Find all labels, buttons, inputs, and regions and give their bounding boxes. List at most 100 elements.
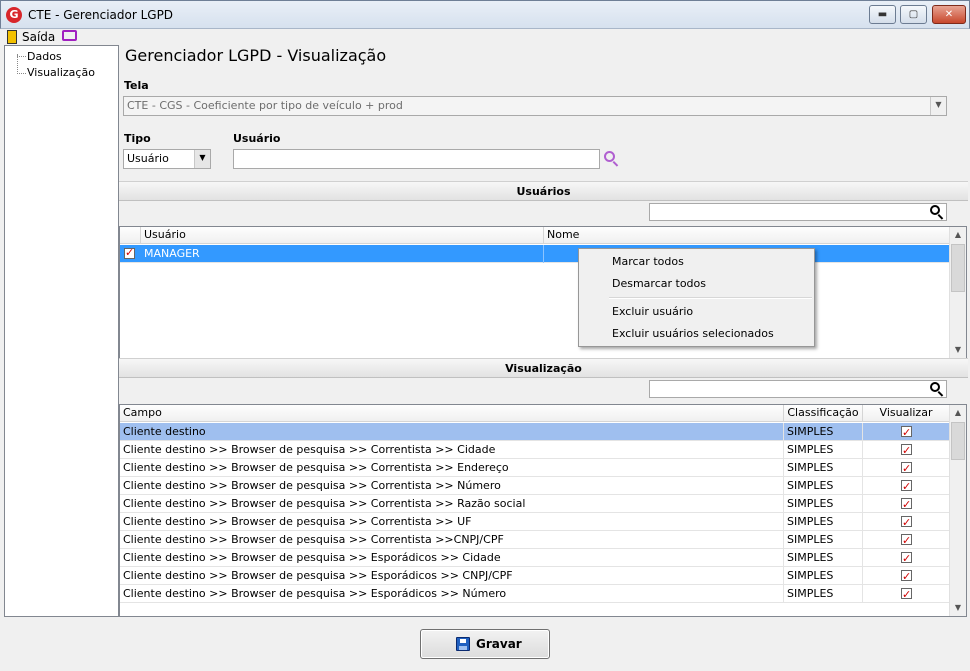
menu-bar: Saída [0,29,970,45]
tipo-select-value: Usuário [127,152,169,165]
save-button-label: Gravar [476,637,522,651]
usuarios-grid-header: Usuário Nome [120,227,950,244]
campo-cell: Cliente destino >> Browser de pesquisa >… [120,513,784,531]
usuario-label: Usuário [233,132,281,145]
table-row[interactable]: Cliente destino >> Browser de pesquisa >… [120,495,950,513]
table-row[interactable]: Cliente destino >> Browser de pesquisa >… [120,585,950,603]
visualizacao-grid: Campo Classificação Visualizar Cliente d… [119,404,967,617]
chevron-down-icon[interactable]: ▼ [194,150,210,168]
visualizar-checkbox[interactable] [901,532,912,549]
visualizar-cell [863,531,950,549]
maximize-button[interactable]: ▢ [900,5,927,24]
tela-select-value: CTE - CGS - Coeficiente por tipo de veíc… [127,99,403,112]
campo-cell: Cliente destino [120,423,784,441]
visualizar-cell [863,423,950,441]
tela-label: Tela [124,79,149,92]
visualizar-checkbox[interactable] [901,496,912,513]
column-header-visualizar[interactable]: Visualizar [863,405,950,422]
search-icon[interactable] [930,382,946,398]
minimize-button[interactable]: ▬ [869,5,896,24]
checkbox-column-header [120,227,141,244]
visualizar-checkbox[interactable] [901,586,912,603]
classificacao-cell: SIMPLES [784,423,863,441]
scroll-up-icon[interactable]: ▲ [950,405,966,421]
search-icon[interactable] [604,151,621,168]
visualizacao-scrollbar[interactable]: ▲ ▼ [949,405,966,616]
close-button[interactable]: ✕ [932,5,966,24]
floppy-disk-icon [456,637,470,651]
save-button[interactable]: Gravar [420,629,550,659]
classificacao-cell: SIMPLES [784,585,863,603]
table-row[interactable]: Cliente destino >> Browser de pesquisa >… [120,459,950,477]
classificacao-cell: SIMPLES [784,495,863,513]
visualizar-checkbox[interactable] [901,514,912,531]
visualizar-checkbox[interactable] [901,478,912,495]
usuarios-filter-input[interactable] [649,203,947,221]
usuario-input[interactable] [233,149,600,169]
usuarios-grid: Usuário Nome MANAGER ▲ ▼ [119,226,967,359]
visualizar-cell [863,477,950,495]
table-row[interactable]: Cliente destino >> Browser de pesquisa >… [120,531,950,549]
scroll-thumb[interactable] [951,244,965,292]
tela-select[interactable]: CTE - CGS - Coeficiente por tipo de veíc… [123,96,947,116]
column-header-usuario[interactable]: Usuário [141,227,544,244]
tree-connector [17,54,18,74]
table-row[interactable]: Cliente destino >> Browser de pesquisa >… [120,477,950,495]
app-logo-icon: G [6,7,22,23]
context-item-excluir-usuario[interactable]: Excluir usuário [581,301,812,323]
context-item-desmarcar-todos[interactable]: Desmarcar todos [581,273,812,295]
classificacao-cell: SIMPLES [784,441,863,459]
tree-connector [17,73,26,74]
classificacao-cell: SIMPLES [784,531,863,549]
visualizar-checkbox[interactable] [901,442,912,459]
tipo-label: Tipo [124,132,151,145]
row-checkbox[interactable] [124,246,135,259]
visualizacao-section-header: Visualização [119,358,968,378]
monitor-icon[interactable] [62,30,77,41]
table-row[interactable]: Cliente destino >> Browser de pesquisa >… [120,513,950,531]
usuarios-scrollbar[interactable]: ▲ ▼ [949,227,966,358]
visualizar-cell [863,567,950,585]
visualizar-checkbox[interactable] [901,550,912,567]
usuario-cell: MANAGER [141,245,544,263]
visualizacao-filter-input[interactable] [649,380,947,398]
scroll-up-icon[interactable]: ▲ [950,227,966,243]
campo-cell: Cliente destino >> Browser de pesquisa >… [120,441,784,459]
table-row[interactable]: Cliente destino >> Browser de pesquisa >… [120,441,950,459]
scroll-down-icon[interactable]: ▼ [950,342,966,358]
page-title: Gerenciador LGPD - Visualização [125,46,387,65]
scroll-down-icon[interactable]: ▼ [950,600,966,616]
visualizar-checkbox[interactable] [901,424,912,441]
classificacao-cell: SIMPLES [784,549,863,567]
context-item-excluir-selecionados[interactable]: Excluir usuários selecionados [581,323,812,345]
table-row[interactable]: MANAGER [120,245,950,263]
campo-cell: Cliente destino >> Browser de pesquisa >… [120,567,784,585]
tipo-select[interactable]: Usuário ▼ [123,149,211,169]
context-item-marcar-todos[interactable]: Marcar todos [581,251,812,273]
search-icon[interactable] [930,205,946,221]
visualizar-cell [863,459,950,477]
table-row[interactable]: Cliente destino >> Browser de pesquisa >… [120,567,950,585]
campo-cell: Cliente destino >> Browser de pesquisa >… [120,531,784,549]
classificacao-cell: SIMPLES [784,567,863,585]
tree-item-visualizacao[interactable]: Visualização [27,66,95,79]
exit-menu-item[interactable]: Saída [22,30,55,44]
scroll-thumb[interactable] [951,422,965,460]
visualizar-checkbox[interactable] [901,460,912,477]
visualizar-checkbox[interactable] [901,568,912,585]
tree-item-dados[interactable]: Dados [27,50,62,63]
exit-door-icon[interactable] [7,30,17,44]
menu-separator [609,297,812,299]
chevron-down-icon[interactable]: ▼ [930,97,946,115]
campo-cell: Cliente destino >> Browser de pesquisa >… [120,459,784,477]
classificacao-cell: SIMPLES [784,477,863,495]
campo-cell: Cliente destino >> Browser de pesquisa >… [120,477,784,495]
campo-cell: Cliente destino >> Browser de pesquisa >… [120,549,784,567]
table-row[interactable]: Cliente destino >> Browser de pesquisa >… [120,549,950,567]
table-row[interactable]: Cliente destino SIMPLES [120,423,950,441]
visualizar-cell [863,441,950,459]
column-header-classificacao[interactable]: Classificação [784,405,863,422]
column-header-campo[interactable]: Campo [120,405,784,422]
column-header-nome[interactable]: Nome [544,227,950,244]
visualizar-cell [863,495,950,513]
